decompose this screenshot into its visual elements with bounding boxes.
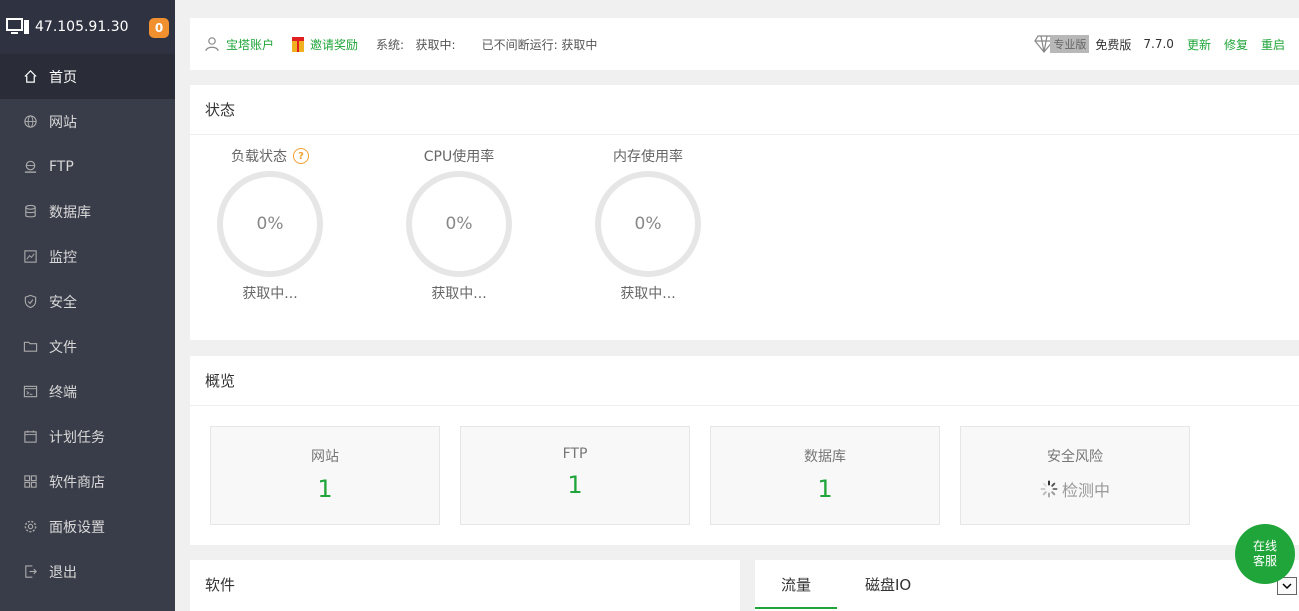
sidebar-item-label: 面板设置 [49, 519, 105, 536]
account-link[interactable]: 宝塔账户 [204, 36, 274, 53]
terminal-icon [22, 384, 38, 400]
sidebar-item-terminal[interactable]: 终端 [0, 369, 175, 414]
sidebar-item-store[interactable]: 软件商店 [0, 459, 175, 504]
overview-card-database[interactable]: 数据库 1 [710, 426, 940, 525]
grid-icon [22, 474, 38, 490]
system-info: 系统: 获取中: [376, 36, 456, 53]
chevron-down-icon [1282, 583, 1292, 590]
user-icon [205, 37, 219, 52]
sidebar-item-label: 软件商店 [49, 474, 105, 491]
sidebar-item-label: 网站 [49, 114, 77, 131]
sidebar-item-home[interactable]: 首页 [0, 54, 175, 99]
home-icon [22, 69, 38, 85]
gauge-ring[interactable]: 0% [217, 171, 323, 277]
gauge-label: CPU使用率 [423, 149, 495, 165]
pro-edition-badge[interactable]: 专业版 [1034, 35, 1090, 53]
sidebar-item-label: 安全 [49, 294, 77, 311]
globe-icon [22, 114, 38, 130]
account-label: 宝塔账户 [226, 37, 275, 52]
system-label: 系统: [376, 37, 405, 52]
sidebar-item-settings[interactable]: 面板设置 [0, 504, 175, 549]
traffic-panel: 流量 磁盘IO [755, 560, 1299, 611]
database-icon [22, 204, 38, 220]
gauge-status: 获取中... [431, 286, 487, 302]
overview-card-ftp[interactable]: FTP 1 [460, 426, 690, 525]
card-name: 网站 [311, 449, 339, 465]
help-icon[interactable]: ? [293, 148, 309, 164]
server-monitor-icon [6, 18, 29, 34]
cpu-gauge: CPU使用率 0% 获取中... [405, 145, 513, 303]
support-label-line2: 客服 [1252, 554, 1277, 568]
restart-button[interactable]: 重启 [1261, 36, 1285, 53]
sidebar-item-database[interactable]: 数据库 [0, 189, 175, 234]
sidebar-item-files[interactable]: 文件 [0, 324, 175, 369]
sidebar-item-security[interactable]: 安全 [0, 279, 175, 324]
sidebar-item-label: 终端 [49, 384, 77, 401]
gauge-label: 负载状态 [231, 149, 287, 165]
repair-button[interactable]: 修复 [1224, 36, 1248, 53]
version-number: 7.7.0 [1143, 37, 1174, 51]
calendar-icon [22, 429, 38, 445]
gift-icon [292, 36, 305, 52]
sidebar: 47.105.91.30 0 首页 网站 FTP 数据库 监控 安全 文件 终端… [0, 0, 175, 611]
software-panel: 软件 [190, 560, 740, 611]
logout-icon [22, 564, 38, 580]
sidebar-item-monitor[interactable]: 监控 [0, 234, 175, 279]
sidebar-item-label: 首页 [49, 69, 77, 86]
sidebar-item-label: 监控 [49, 249, 77, 266]
sidebar-item-label: FTP [49, 158, 74, 175]
server-ip: 47.105.91.30 [35, 19, 129, 35]
sidebar-item-label: 计划任务 [49, 429, 105, 446]
update-button[interactable]: 更新 [1187, 36, 1211, 53]
shield-icon [22, 294, 38, 310]
gauge-ring[interactable]: 0% [406, 171, 512, 277]
system-value: 获取中: [415, 37, 456, 52]
gauge-ring[interactable]: 0% [595, 171, 701, 277]
card-name: 数据库 [804, 449, 846, 465]
edition-label: 免费版 [1095, 37, 1132, 52]
sidebar-item-label: 数据库 [49, 204, 91, 221]
card-value: 1 [817, 475, 833, 503]
sidebar-item-cron[interactable]: 计划任务 [0, 414, 175, 459]
folder-icon [22, 339, 38, 355]
sidebar-item-logout[interactable]: 退出 [0, 549, 175, 594]
tab-traffic[interactable]: 流量 [755, 560, 837, 609]
sidebar-item-label: 文件 [49, 339, 77, 356]
invite-link[interactable]: 邀请奖励 [292, 36, 358, 53]
tab-disk-io[interactable]: 磁盘IO [865, 560, 911, 609]
support-label-line1: 在线 [1252, 539, 1277, 553]
notification-badge[interactable]: 0 [149, 18, 169, 38]
top-info-bar: 宝塔账户 邀请奖励 系统: 获取中: 已不间断运行: 获取中 专业版 免费版 7… [190, 18, 1299, 70]
main-content: 宝塔账户 邀请奖励 系统: 获取中: 已不间断运行: 获取中 专业版 免费版 7… [175, 0, 1299, 611]
load-gauge: 负载状态 ? 0% 获取中... [216, 145, 324, 303]
memory-gauge: 内存使用率 0% 获取中... [594, 145, 702, 303]
overview-title: 概览 [190, 356, 1299, 406]
card-value: 1 [567, 471, 583, 499]
gauge-label: 内存使用率 [613, 149, 683, 165]
gauge-status: 获取中... [242, 286, 298, 302]
pro-label: 专业版 [1050, 35, 1090, 53]
software-title: 软件 [205, 576, 236, 594]
card-name: 安全风险 [1047, 449, 1103, 465]
ftp-icon [22, 159, 38, 175]
detecting-text: 检测中 [1061, 481, 1110, 500]
sidebar-item-ftp[interactable]: FTP [0, 144, 175, 189]
overview-card-website[interactable]: 网站 1 [210, 426, 440, 525]
status-title: 状态 [190, 85, 1299, 135]
invite-label: 邀请奖励 [310, 37, 359, 52]
overview-card-security-risk[interactable]: 安全风险 检测中 [960, 426, 1190, 525]
status-panel: 状态 负载状态 ? 0% 获取中... CPU使用率 0% 获取中... 内存使… [190, 85, 1299, 340]
overview-panel: 概览 网站 1 FTP 1 数据库 1 安全风险 检测中 [190, 356, 1299, 545]
server-header: 47.105.91.30 0 [0, 0, 175, 54]
uptime-info: 已不间断运行: 获取中 [481, 37, 598, 52]
sidebar-item-website[interactable]: 网站 [0, 99, 175, 144]
card-name: FTP [562, 446, 588, 462]
online-support-button[interactable]: 在线 客服 [1235, 524, 1295, 584]
monitor-chart-icon [22, 249, 38, 265]
card-value: 1 [317, 475, 333, 503]
loading-spinner-icon [1040, 480, 1058, 498]
gear-icon [22, 519, 38, 535]
sidebar-item-label: 退出 [49, 564, 77, 581]
gauge-status: 获取中... [620, 286, 676, 302]
